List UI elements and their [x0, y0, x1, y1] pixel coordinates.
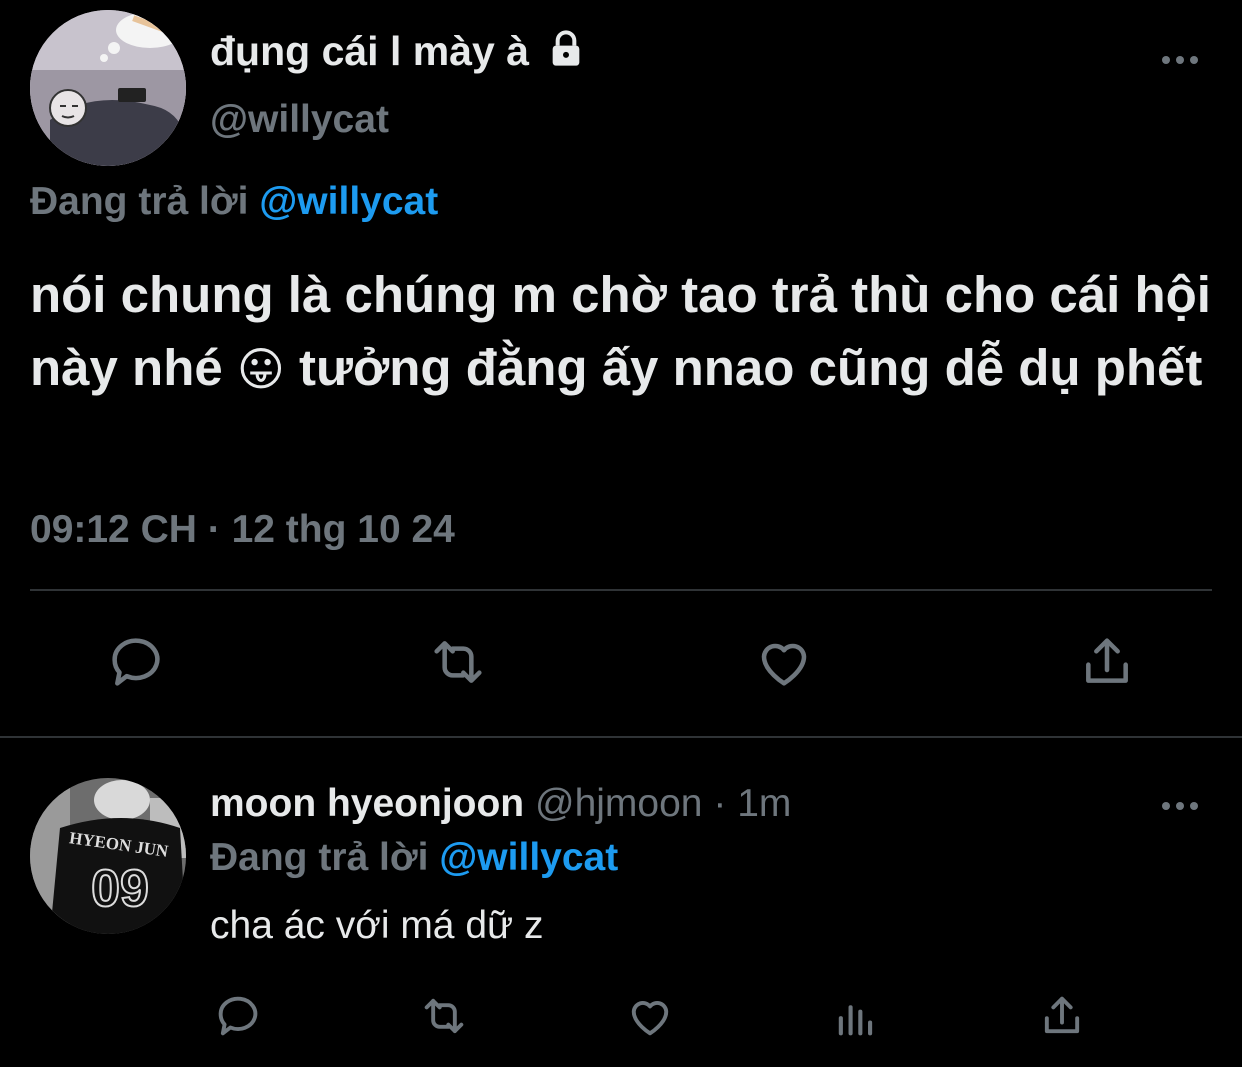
analytics-icon[interactable]	[830, 990, 882, 1042]
reply-time[interactable]: 1m	[737, 782, 791, 825]
divider	[0, 736, 1242, 738]
handle[interactable]: @willycat	[210, 98, 389, 142]
reply-icon[interactable]	[212, 990, 264, 1042]
reply-header: moon hyeonjoon @hjmoon · 1m	[210, 782, 791, 826]
avatar[interactable]	[30, 10, 186, 166]
lock-icon	[553, 30, 580, 66]
divider	[30, 589, 1212, 591]
tweet-text-part2: tưởng đằng ấy nnao cũng dễ dụ phết	[299, 339, 1203, 396]
reply-display-name[interactable]: moon hyeonjoon	[210, 782, 524, 825]
like-icon[interactable]	[752, 630, 816, 694]
replying-prefix: Đang trả lời	[210, 836, 429, 879]
like-icon[interactable]	[624, 990, 676, 1042]
replying-to: Đang trả lời @willycat	[30, 180, 438, 224]
retweet-icon[interactable]	[418, 990, 470, 1042]
more-icon[interactable]	[1158, 792, 1202, 820]
reply-icon[interactable]	[104, 630, 168, 694]
emoji-tongue: 😛	[236, 343, 285, 395]
reply-handle[interactable]: @hjmoon	[535, 782, 703, 825]
replying-to-link[interactable]: @willycat	[439, 836, 618, 879]
share-icon[interactable]	[1036, 990, 1088, 1042]
tweet-text: nói chung là chúng m chờ tao trả thù cho…	[30, 258, 1220, 406]
separator-dot: ·	[713, 782, 727, 825]
more-icon[interactable]	[1158, 46, 1202, 74]
timestamp[interactable]: 09:12 CH · 12 thg 10 24	[30, 508, 455, 552]
display-name[interactable]: đụng cái l mày à	[210, 28, 586, 75]
retweet-icon[interactable]	[426, 630, 490, 694]
share-icon[interactable]	[1075, 630, 1139, 694]
reply-replying-to: Đang trả lời @willycat	[210, 836, 618, 880]
replying-to-link[interactable]: @willycat	[259, 180, 438, 223]
display-name-text: đụng cái l mày à	[210, 28, 529, 74]
reply-text: cha ác với má dữ z	[210, 904, 544, 947]
avatar-jersey-number: 09	[91, 860, 149, 918]
replying-prefix: Đang trả lời	[30, 180, 249, 223]
reply-avatar[interactable]: HYEON JUN 09	[30, 778, 186, 934]
